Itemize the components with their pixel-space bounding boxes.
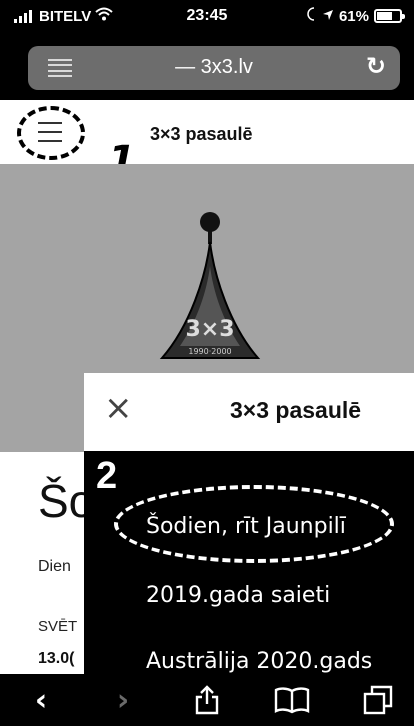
drawer-menu: 2 Šodien, rīt Jaunpilī 2019.gada saieti …	[84, 451, 414, 674]
annotation-number-2: 2	[96, 455, 118, 497]
close-icon[interactable]: ×	[104, 391, 133, 425]
svg-text:3×3: 3×3	[185, 317, 234, 342]
moon-icon	[305, 7, 317, 25]
browser-address-area: — 3x3.lv ↻	[0, 32, 414, 100]
tabs-icon[interactable]	[360, 684, 396, 716]
site-header: 3×3 pasaulē	[0, 100, 414, 164]
drawer-title[interactable]: 3×3 pasaulē	[230, 397, 361, 424]
share-icon[interactable]	[190, 684, 224, 716]
browser-toolbar: ‹ ›	[0, 674, 414, 726]
drawer-header: × 3×3 pasaulē	[84, 373, 414, 451]
battery-percent: 61%	[338, 7, 369, 25]
forward-icon[interactable]: ›	[108, 683, 138, 718]
navigation-drawer: × 3×3 pasaulē 2 Šodien, rīt Jaunpilī 201…	[84, 373, 414, 674]
bookmarks-icon[interactable]	[270, 684, 314, 716]
menu-item-australija-2020[interactable]: Austrālija 2020.gads	[146, 649, 372, 674]
reload-icon[interactable]: ↻	[366, 54, 386, 78]
url-text[interactable]: — 3x3.lv	[28, 56, 400, 79]
highlight-circle-1	[17, 106, 85, 160]
address-bar[interactable]: — 3x3.lv ↻	[28, 46, 400, 90]
battery-icon	[374, 9, 405, 23]
svg-text:1990·2000: 1990·2000	[188, 347, 231, 356]
menu-item-2019-gada-saieti[interactable]: 2019.gada saieti	[146, 583, 330, 608]
menu-item-sodien-rit-jaunpili[interactable]: Šodien, rīt Jaunpilī	[146, 514, 346, 539]
status-bar: BITELV 23:45 61%	[0, 0, 414, 32]
back-icon[interactable]: ‹	[26, 683, 56, 718]
article-text-line: Dien	[38, 558, 71, 575]
article-text-line: SVĒT	[38, 618, 78, 635]
location-icon	[322, 8, 334, 25]
3x3-triangle-logo: 3×3 1990·2000	[159, 212, 261, 359]
site-title[interactable]: 3×3 pasaulē	[150, 124, 253, 145]
article-date: 13.0(	[38, 650, 75, 667]
